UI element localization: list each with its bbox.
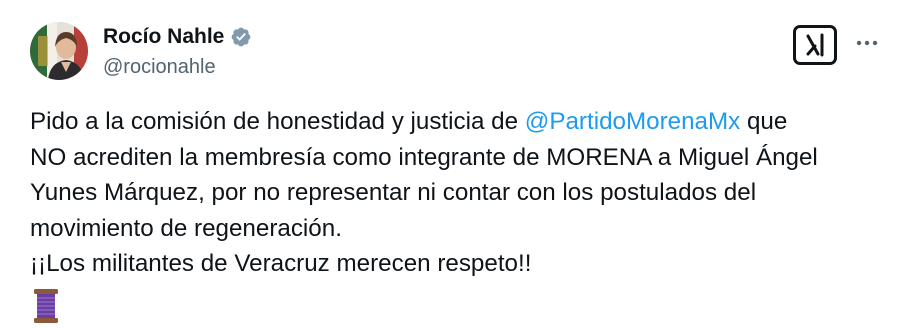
mention-link[interactable]: @PartidoMorenaMx — [525, 108, 740, 135]
grok-button[interactable] — [793, 25, 837, 65]
tweet-line-1-end: que — [740, 108, 788, 135]
spool-of-thread-emoji — [31, 287, 61, 323]
grok-icon — [806, 33, 824, 57]
tweet-line-3: Yunes Márquez, por no representar ni con… — [30, 179, 757, 206]
tweet-line-4: movimiento de regeneración. — [30, 214, 342, 242]
tweet-line-1: Pido a la comisión de honestidad y justi… — [30, 104, 880, 140]
tweet-text: Pido a la comisión de honestidad y justi… — [30, 104, 880, 282]
avatar[interactable] — [30, 22, 88, 80]
verified-badge-icon[interactable] — [230, 26, 252, 48]
author-name[interactable]: Rocío Nahle — [103, 25, 224, 49]
tweet-line-1-start: Pido a la comisión de honestidad y justi… — [30, 108, 525, 135]
tweet: Rocío Nahle @rocionahle Pido a la comisi… — [0, 0, 903, 323]
tweet-line-5: ¡¡Los militantes de Veracruz merecen res… — [30, 250, 532, 277]
more-horizontal-icon — [856, 40, 878, 46]
tweet-line-2: NO acrediten la membresía como integrant… — [30, 143, 818, 171]
author-handle[interactable]: @rocionahle — [103, 56, 216, 79]
author-name-row[interactable]: Rocío Nahle — [103, 25, 252, 49]
avatar-image — [30, 22, 88, 80]
more-options-button[interactable] — [852, 28, 882, 58]
